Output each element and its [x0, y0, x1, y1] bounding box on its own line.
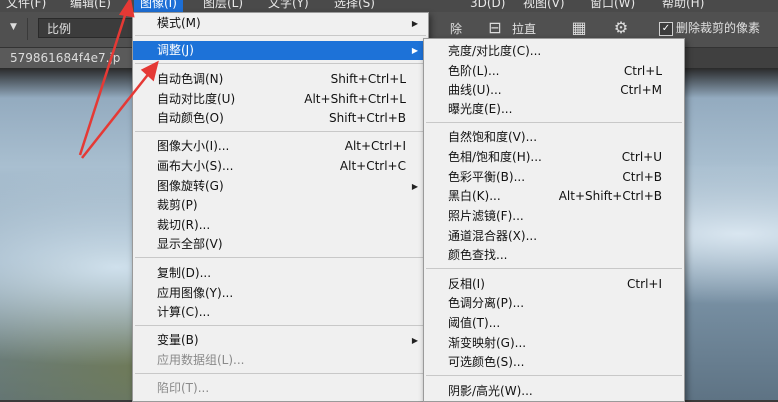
menu-item-curves[interactable]: 曲线(U)... Ctrl+M — [424, 81, 684, 100]
menu-item-auto-contrast[interactable]: 自动对比度(U) Alt+Shift+Ctrl+L — [133, 90, 428, 109]
menu-item-duplicate[interactable]: 复制(D)... — [133, 264, 428, 283]
menu-item-apply-data-set: 应用数据组(L)... — [157, 353, 245, 367]
menu-separator — [135, 131, 426, 132]
menu-item-variables[interactable]: 变量(B) ▶ — [133, 331, 428, 350]
menu-type[interactable]: 文字(Y) — [268, 0, 309, 12]
menu-item-image-size[interactable]: 图像大小(I)... Alt+Ctrl+I — [133, 137, 428, 156]
menu-help[interactable]: 帮助(H) — [662, 0, 704, 12]
menu-item-levels[interactable]: 色阶(L)... Ctrl+L — [424, 62, 684, 81]
submenu-arrow-icon: ▶ — [411, 182, 418, 191]
menu-item-canvas-size[interactable]: 画布大小(S)... Alt+Ctrl+C — [133, 157, 428, 176]
menu-item-trim[interactable]: 裁切(R)... — [133, 216, 428, 235]
menu-item-mode[interactable]: 模式(M) ▶ — [133, 14, 428, 33]
menu-item-auto-color[interactable]: 自动颜色(O) Shift+Ctrl+B — [133, 109, 428, 128]
menu-item-photo-filter[interactable]: 照片滤镜(F)... — [424, 207, 684, 226]
menu-item-crop[interactable]: 裁剪(P) — [133, 196, 428, 215]
menu-item-apply-image[interactable]: 应用图像(Y)... — [133, 284, 428, 303]
menu-item-shadows-highlights[interactable]: 阴影/高光(W)... — [424, 382, 684, 401]
ratio-select[interactable]: 比例 — [38, 18, 134, 38]
submenu-arrow-icon: ▶ — [411, 336, 418, 345]
ratio-select-value: 比例 — [47, 22, 72, 36]
menu-separator — [135, 257, 426, 258]
menu-item-auto-tone[interactable]: 自动色调(N) Shift+Ctrl+L — [133, 70, 428, 89]
menu-view[interactable]: 视图(V) — [523, 0, 565, 12]
menu-image[interactable]: 图像(I) — [134, 0, 183, 12]
menu-item-posterize[interactable]: 色调分离(P)... — [424, 294, 684, 313]
document-tab[interactable]: 579861684f4e7.jp — [0, 48, 140, 68]
submenu-arrow-icon: ▶ — [411, 19, 418, 28]
straighten-icon[interactable]: ⊟ — [484, 17, 506, 39]
menu-item-color-balance[interactable]: 色彩平衡(B)... Ctrl+B — [424, 168, 684, 187]
menu-item-selective-color[interactable]: 可选颜色(S)... — [424, 353, 684, 372]
menu-item-black-white[interactable]: 黑白(K)... Alt+Shift+Ctrl+B — [424, 187, 684, 206]
menu-bar: 文件(F) 编辑(E) 图像(I) 图层(L) 文字(Y) 选择(S) 3D(D… — [0, 0, 778, 12]
grid-icon[interactable]: ▦ — [568, 17, 590, 39]
menu-window[interactable]: 窗口(W) — [590, 0, 635, 12]
menu-item-reveal-all[interactable]: 显示全部(V) — [133, 235, 428, 254]
menu-separator — [426, 375, 682, 376]
menu-separator — [135, 63, 426, 64]
image-menu: 模式(M) ▶ 调整(J) ▶ 自动色调(N) Shift+Ctrl+L 自动对比度(… — [132, 12, 429, 402]
menu-item-exposure[interactable]: 曝光度(E)... — [424, 100, 684, 119]
menu-item-hue-saturation[interactable]: 色相/饱和度(H)... Ctrl+U — [424, 148, 684, 167]
menu-separator — [135, 373, 426, 374]
menu-3d[interactable]: 3D(D) — [470, 0, 505, 12]
submenu-arrow-icon: ▶ — [411, 46, 418, 55]
menu-separator — [426, 122, 682, 123]
delete-button[interactable]: 除 — [450, 19, 462, 39]
options-divider — [27, 18, 28, 40]
menu-item-invert[interactable]: 反相(I) Ctrl+I — [424, 275, 684, 294]
adjustments-submenu: 亮度/对比度(C)... 色阶(L)... Ctrl+L 曲线(U)... Ctrl… — [423, 38, 685, 402]
menu-item-channel-mixer[interactable]: 通道混合器(X)... — [424, 227, 684, 246]
menu-item-image-rotation[interactable]: 图像旋转(G) ▶ — [133, 177, 428, 196]
delete-cropped-checkbox[interactable]: ✓ — [659, 22, 673, 36]
menu-edit[interactable]: 编辑(E) — [70, 0, 111, 12]
menu-item-calculations[interactable]: 计算(C)... — [133, 303, 428, 322]
straighten-button[interactable]: 拉直 — [512, 19, 536, 39]
menu-item-trap: 陷印(T)... — [157, 381, 210, 395]
menu-item-vibrance[interactable]: 自然饱和度(V)... — [424, 128, 684, 147]
tool-preset-dropdown-icon[interactable]: ▼ — [10, 22, 17, 32]
delete-cropped-label: 删除裁剪的像素 — [676, 21, 761, 35]
menu-separator — [135, 35, 426, 36]
gear-icon[interactable]: ⚙ — [610, 17, 632, 39]
menu-select[interactable]: 选择(S) — [334, 0, 375, 12]
menu-separator — [426, 268, 682, 269]
menu-item-gradient-map[interactable]: 渐变映射(G)... — [424, 334, 684, 353]
menu-file[interactable]: 文件(F) — [6, 0, 46, 12]
menu-item-brightness-contrast[interactable]: 亮度/对比度(C)... — [424, 42, 684, 61]
document-tab-title: 579861684f4e7.jp — [10, 51, 121, 65]
menu-item-adjustments[interactable]: 调整(J) ▶ — [133, 41, 428, 60]
menu-item-color-lookup[interactable]: 颜色查找... — [424, 246, 684, 265]
menu-separator — [135, 325, 426, 326]
menu-item-threshold[interactable]: 阈值(T)... — [424, 314, 684, 333]
menu-layer[interactable]: 图层(L) — [203, 0, 243, 12]
